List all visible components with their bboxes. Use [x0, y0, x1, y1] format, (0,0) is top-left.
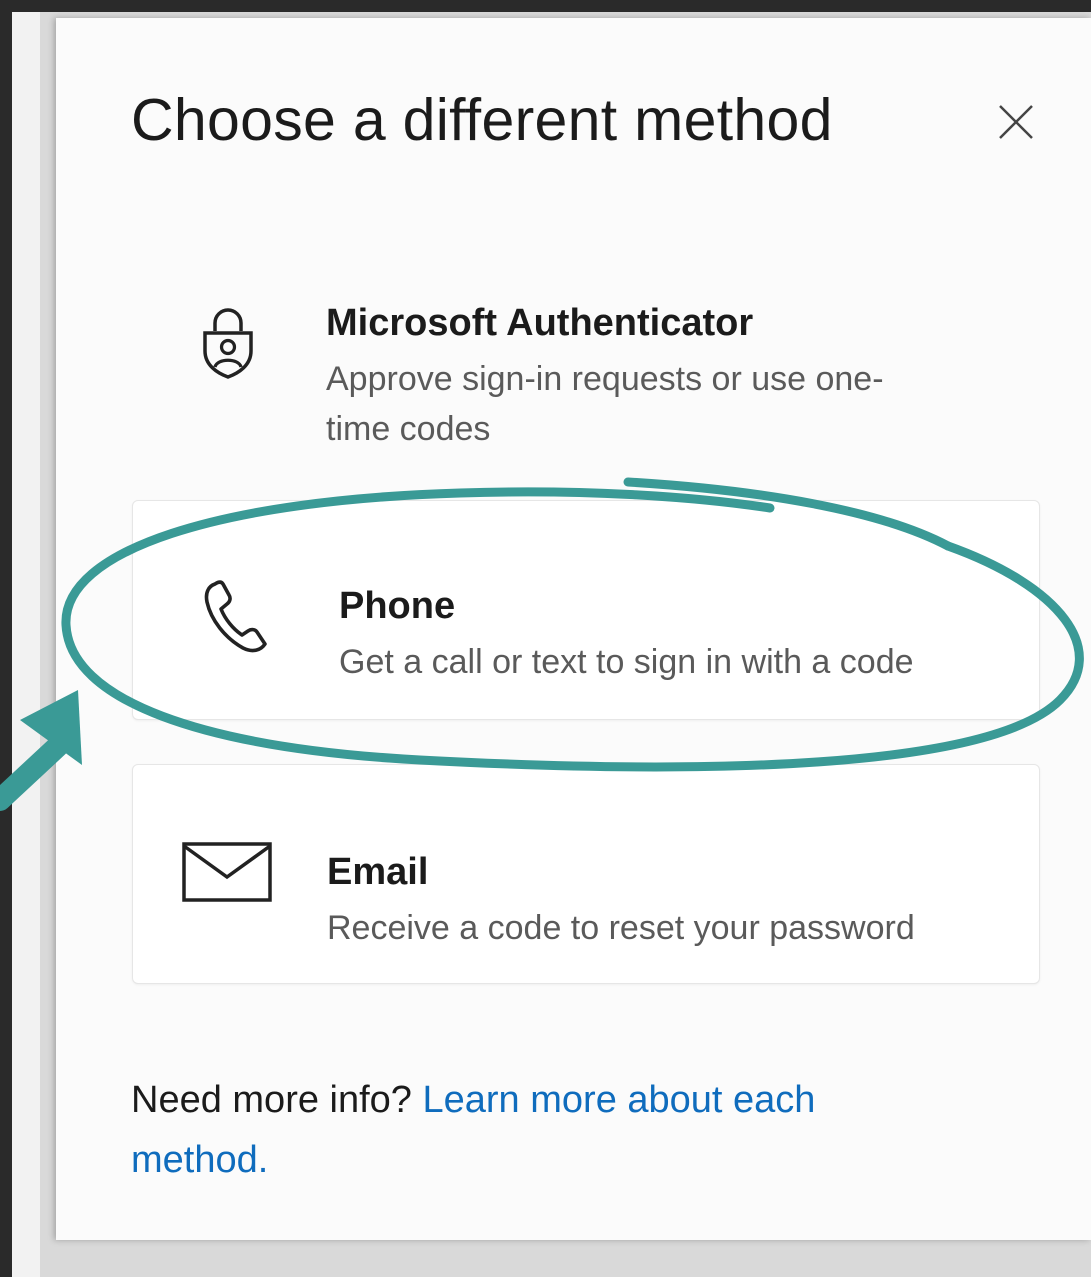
choose-method-dialog: Choose a different method Microsoft Auth… [56, 18, 1091, 1240]
method-desc-email: Receive a code to reset your password [327, 909, 915, 947]
more-info-footer: Need more info? Learn more about each met… [131, 1070, 951, 1190]
close-button[interactable] [992, 98, 1040, 146]
method-title-email: Email [327, 851, 429, 893]
close-icon [999, 105, 1033, 139]
method-title-phone: Phone [339, 585, 456, 627]
page-backdrop-edge [12, 12, 40, 1277]
phone-icon [195, 571, 275, 661]
method-desc-phone: Get a call or text to sign in with a cod… [339, 643, 914, 681]
method-title-authenticator: Microsoft Authenticator [326, 302, 754, 344]
method-desc-authenticator-line1: Approve sign-in requests or use one- [326, 360, 884, 398]
more-info-prefix: Need more info? [131, 1079, 412, 1121]
envelope-icon [181, 839, 273, 905]
method-option-phone[interactable]: Phone Get a call or text to sign in with… [132, 500, 1040, 720]
method-option-email[interactable]: Email Receive a code to reset your passw… [132, 764, 1040, 984]
learn-more-link-line2: method. [131, 1139, 269, 1181]
dialog-title: Choose a different method [131, 87, 833, 153]
learn-more-link-line1: Learn more about each [422, 1079, 816, 1121]
method-option-authenticator[interactable]: Microsoft Authenticator Approve sign-in … [132, 270, 1038, 480]
method-desc-authenticator-line2: time codes [326, 410, 491, 448]
authenticator-lock-icon [188, 296, 268, 386]
